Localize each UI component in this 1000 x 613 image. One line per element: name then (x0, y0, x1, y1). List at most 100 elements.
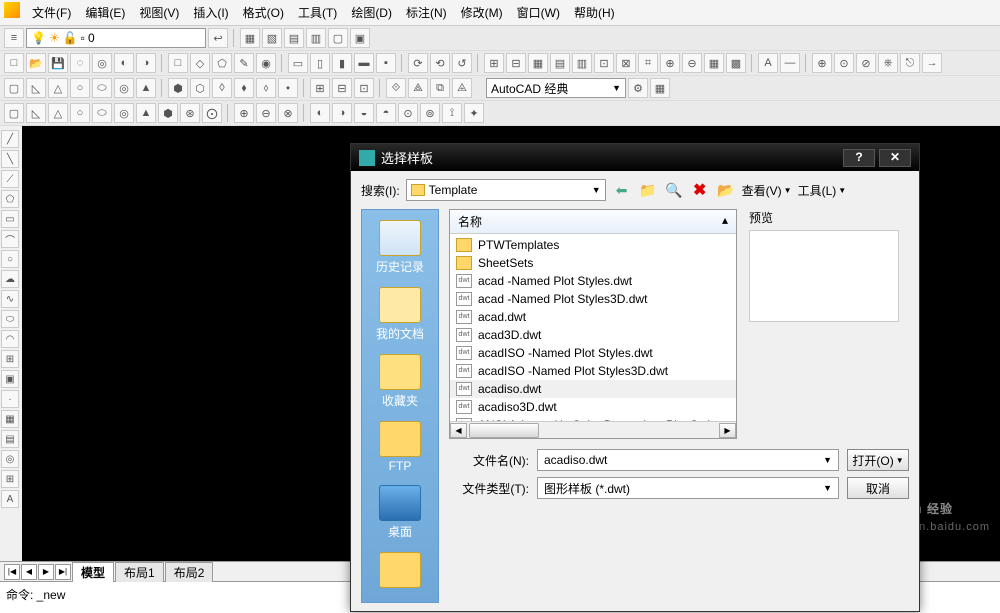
tool-icon[interactable]: ⊛ (180, 103, 200, 123)
new-icon[interactable]: □ (4, 53, 24, 73)
tool-icon[interactable]: ⬢ (158, 103, 178, 123)
tool-icon[interactable]: ⟐ (386, 78, 406, 98)
tool-icon[interactable]: ⊞ (310, 78, 330, 98)
tool-icon[interactable]: ⊕ (234, 103, 254, 123)
hatch-icon[interactable]: ▦ (1, 410, 19, 428)
tab-nav-last[interactable]: ▶| (55, 564, 71, 580)
tool-icon[interactable]: A (758, 53, 778, 73)
file-item[interactable]: dwtacad -Named Plot Styles.dwt (450, 272, 736, 290)
tool-icon[interactable]: ▢ (328, 28, 348, 48)
arc-icon[interactable]: ⌒ (1, 230, 19, 248)
dialog-titlebar[interactable]: 选择样板 ? ✕ (351, 144, 919, 171)
tool-icon[interactable]: ✎ (234, 53, 254, 73)
tool-icon[interactable]: ⊟ (506, 53, 526, 73)
tool-icon[interactable]: ⨀ (202, 103, 222, 123)
tool-icon[interactable]: ▧ (262, 28, 282, 48)
file-item[interactable]: SheetSets (450, 254, 736, 272)
rectangle-icon[interactable]: ▭ (1, 210, 19, 228)
point-icon[interactable]: · (1, 390, 19, 408)
tool-icon[interactable]: ⬡ (190, 78, 210, 98)
tool-icon[interactable]: ↺ (452, 53, 472, 73)
horizontal-scrollbar[interactable]: ◀ ▶ (450, 421, 736, 438)
tool-icon[interactable]: ⟳ (408, 53, 428, 73)
file-item[interactable]: dwtacadiso.dwt (450, 380, 736, 398)
tool-icon[interactable]: ▮ (332, 53, 352, 73)
tab-layout2[interactable]: 布局2 (165, 562, 214, 582)
tool-icon[interactable]: ▦ (704, 53, 724, 73)
close-button[interactable]: ✕ (879, 149, 911, 167)
file-item[interactable]: dwtacad3D.dwt (450, 326, 736, 344)
tool-icon[interactable]: ⎋ (900, 53, 920, 73)
file-item[interactable]: dwtacadISO -Named Plot Styles3D.dwt (450, 362, 736, 380)
tool-icon[interactable]: ⊞ (484, 53, 504, 73)
insert-icon[interactable]: ⊞ (1, 350, 19, 368)
tool-icon[interactable]: ⬩ (278, 78, 298, 98)
tool-icon[interactable]: ◐ (310, 103, 330, 123)
tool-icon[interactable]: ⊙ (398, 103, 418, 123)
tool-icon[interactable]: ▪ (376, 53, 396, 73)
tool-icon[interactable]: ⬢ (168, 78, 188, 98)
tool-icon[interactable]: ⟲ (430, 53, 450, 73)
tool-icon[interactable]: ⨹ (452, 78, 472, 98)
tool-icon[interactable]: ▲ (136, 103, 156, 123)
menu-dimension[interactable]: 标注(N) (400, 2, 453, 23)
tool-icon[interactable]: □ (168, 53, 188, 73)
menu-insert[interactable]: 插入(I) (187, 2, 234, 23)
scroll-right-icon[interactable]: ▶ (719, 423, 736, 438)
tool-icon[interactable]: ⬠ (212, 53, 232, 73)
tool-icon[interactable]: ◌ (70, 53, 90, 73)
view-menu[interactable]: 查看(V) ▼ (742, 182, 792, 199)
tool-icon[interactable]: ▬ (354, 53, 374, 73)
save-icon[interactable]: 💾 (48, 53, 68, 73)
tool-icon[interactable]: ⊗ (278, 103, 298, 123)
menu-tools[interactable]: 工具(T) (292, 2, 343, 23)
tool-icon[interactable]: ⊙ (834, 53, 854, 73)
tool-icon[interactable]: ⊟ (332, 78, 352, 98)
tool-icon[interactable]: ▥ (306, 28, 326, 48)
spline-icon[interactable]: ∿ (1, 290, 19, 308)
tool-icon[interactable]: → (922, 53, 942, 73)
pline-icon[interactable]: ⟋ (1, 170, 19, 188)
torus-icon[interactable]: ◎ (114, 78, 134, 98)
menu-help[interactable]: 帮助(H) (568, 2, 621, 23)
menu-view[interactable]: 视图(V) (133, 2, 185, 23)
gear-icon[interactable]: ⚙ (628, 78, 648, 98)
tool-icon[interactable]: ⧉ (430, 78, 450, 98)
tool-icon[interactable]: ⊕ (812, 53, 832, 73)
tool-icon[interactable]: ⊡ (354, 78, 374, 98)
new-folder-icon[interactable]: 📂 (716, 180, 736, 200)
file-item[interactable]: PTWTemplates (450, 236, 736, 254)
tool-icon[interactable]: ◑ (332, 103, 352, 123)
back-icon[interactable]: ⬅ (612, 180, 632, 200)
gradient-icon[interactable]: ▤ (1, 430, 19, 448)
ellipsearc-icon[interactable]: ◠ (1, 330, 19, 348)
table-icon[interactable]: ⊞ (1, 470, 19, 488)
cylinder-icon[interactable]: ⬭ (92, 78, 112, 98)
menu-format[interactable]: 格式(O) (237, 2, 290, 23)
polygon-icon[interactable]: ⬠ (1, 190, 19, 208)
menu-window[interactable]: 窗口(W) (511, 2, 566, 23)
tool-icon[interactable]: ⊖ (682, 53, 702, 73)
place-历史记录[interactable]: 历史记录 (364, 216, 436, 281)
tool-icon[interactable]: ⬧ (234, 78, 254, 98)
tab-model[interactable]: 模型 (72, 562, 114, 582)
tool-icon[interactable]: ⟟ (442, 103, 462, 123)
tool-icon[interactable]: ⌗ (638, 53, 658, 73)
tool-icon[interactable]: ⊚ (420, 103, 440, 123)
place-我的文档[interactable]: 我的文档 (364, 283, 436, 348)
tool-icon[interactable]: ◐ (114, 53, 134, 73)
tool-icon[interactable]: ⊘ (856, 53, 876, 73)
circle-icon[interactable]: ○ (1, 250, 19, 268)
sphere-icon[interactable]: ○ (70, 78, 90, 98)
tool-icon[interactable]: ◉ (256, 53, 276, 73)
tool-icon[interactable]: — (780, 53, 800, 73)
tool-icon[interactable]: ⊠ (616, 53, 636, 73)
tool-icon[interactable]: ◇ (190, 53, 210, 73)
tool-icon[interactable]: ⊖ (256, 103, 276, 123)
pyramid-icon[interactable]: ▲ (136, 78, 156, 98)
region-icon[interactable]: ◎ (1, 450, 19, 468)
tools-menu[interactable]: 工具(L) ▼ (798, 182, 847, 199)
scroll-thumb[interactable] (469, 423, 539, 438)
place-more[interactable] (364, 548, 436, 596)
cancel-button[interactable]: 取消 (847, 477, 909, 499)
